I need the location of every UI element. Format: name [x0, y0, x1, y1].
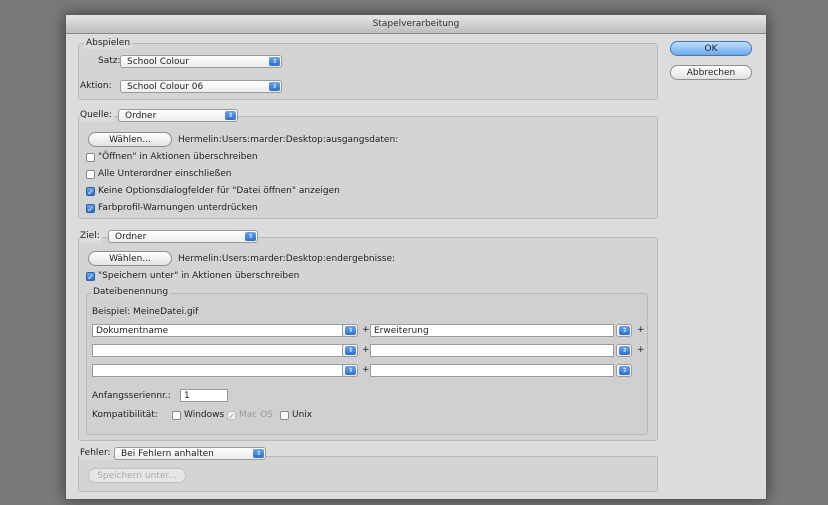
quelle-select[interactable]: Ordner ⇕ — [118, 109, 238, 122]
naming-popup-right-1[interactable]: ⇕ — [616, 324, 632, 337]
plus-sign: + — [362, 345, 370, 355]
quelle-path: Hermelin:Users:marder:Desktop:ausgangsda… — [178, 135, 399, 145]
naming-field-right-3[interactable] — [370, 364, 614, 377]
ziel-value: Ordner — [115, 232, 147, 242]
naming-popup-right-3[interactable]: ⇕ — [616, 364, 632, 377]
quelle-value: Ordner — [125, 111, 157, 121]
checkbox-suppress-color-warnings[interactable]: ✓ — [86, 204, 95, 214]
ziel-select[interactable]: Ordner ⇕ — [108, 230, 258, 243]
naming-field-left-2[interactable] — [92, 344, 356, 357]
checkbox-windows[interactable] — [172, 411, 181, 420]
ziel-choose-button[interactable]: Wählen... — [88, 251, 172, 266]
popup-arrow-icon: ⇕ — [345, 326, 356, 335]
include-subfolders-label: Alle Unterordner einschließen — [98, 169, 232, 179]
popup-arrow-icon: ⇕ — [269, 57, 280, 66]
checkbox-suppress-open-dialogs[interactable]: ✓ — [86, 187, 95, 197]
serial-input[interactable]: 1 — [180, 389, 228, 402]
plus-sign: + — [362, 325, 370, 335]
naming-field-left-3[interactable] — [92, 364, 356, 377]
ziel-label: Ziel: — [80, 229, 102, 243]
unix-label: Unix — [292, 410, 313, 420]
popup-arrow-icon: ⇕ — [619, 366, 630, 375]
naming-field-right-1-value: Erweiterung — [374, 326, 429, 336]
naming-field-left-1-value: Dokumentname — [96, 326, 169, 336]
check-icon: ✓ — [87, 188, 94, 197]
satz-label: Satz: — [98, 56, 121, 66]
abspielen-legend: Abspielen — [84, 38, 133, 49]
popup-arrow-icon: ⇕ — [225, 111, 236, 120]
suppress-open-dialogs-label: Keine Optionsdialogfelder für "Datei öff… — [98, 186, 340, 196]
popup-arrow-icon: ⇕ — [619, 326, 630, 335]
ok-button[interactable]: OK — [670, 41, 752, 56]
checkbox-macos: ✓ — [227, 411, 236, 421]
popup-arrow-icon: ⇕ — [345, 366, 356, 375]
checkbox-unix[interactable] — [280, 411, 289, 420]
popup-arrow-icon: ⇕ — [253, 449, 264, 458]
aktion-value: School Colour 06 — [127, 82, 204, 92]
naming-popup-left-1[interactable]: ⇕ — [342, 324, 358, 337]
fehler-label: Fehler: — [80, 446, 113, 460]
checkbox-override-save-as[interactable]: ✓ — [86, 272, 95, 282]
save-as-button[interactable]: Speichern unter... — [88, 468, 186, 483]
popup-arrow-icon: ⇕ — [345, 346, 356, 355]
serial-value: 1 — [184, 391, 190, 401]
quelle-choose-button[interactable]: Wählen... — [88, 132, 172, 147]
fehler-select[interactable]: Bei Fehlern anhalten ⇕ — [114, 447, 266, 460]
compat-label: Kompatibilität: — [92, 410, 158, 420]
naming-field-right-1[interactable]: Erweiterung — [370, 324, 614, 337]
naming-popup-right-2[interactable]: ⇕ — [616, 344, 632, 357]
override-save-as-label: "Speichern unter" in Aktionen überschrei… — [98, 271, 300, 281]
batch-dialog: Stapelverarbeitung OK Abbrechen Abspiele… — [65, 14, 767, 500]
windows-label: Windows — [184, 410, 225, 420]
popup-arrow-icon: ⇕ — [269, 82, 280, 91]
naming-example: Beispiel: MeineDatei.gif — [92, 307, 199, 317]
checkbox-include-subfolders[interactable] — [86, 170, 95, 179]
naming-field-left-1[interactable]: Dokumentname — [92, 324, 356, 337]
naming-legend: Dateibenennung — [91, 287, 171, 298]
aktion-label: Aktion: — [80, 81, 112, 91]
plus-sign: + — [362, 365, 370, 375]
quelle-label: Quelle: — [80, 108, 114, 122]
plus-sign: + — [637, 345, 645, 355]
suppress-color-warnings-label: Farbprofil-Warnungen unterdrücken — [98, 203, 258, 213]
check-icon: ✓ — [87, 273, 94, 282]
window-title: Stapelverarbeitung — [66, 15, 766, 34]
popup-arrow-icon: ⇕ — [245, 232, 256, 241]
naming-popup-left-3[interactable]: ⇕ — [342, 364, 358, 377]
macos-label: Mac OS — [239, 410, 273, 420]
ziel-path: Hermelin:Users:marder:Desktop:endergebni… — [178, 254, 396, 264]
check-icon: ✓ — [87, 205, 94, 214]
serial-label: Anfangsseriennr.: — [92, 391, 171, 401]
checkbox-override-open[interactable] — [86, 153, 95, 162]
plus-sign: + — [637, 325, 645, 335]
fehler-value: Bei Fehlern anhalten — [121, 449, 214, 459]
aktion-select[interactable]: School Colour 06 ⇕ — [120, 80, 282, 93]
satz-value: School Colour — [127, 57, 189, 67]
cancel-button[interactable]: Abbrechen — [670, 65, 752, 80]
naming-popup-left-2[interactable]: ⇕ — [342, 344, 358, 357]
check-icon: ✓ — [228, 412, 235, 421]
naming-field-right-2[interactable] — [370, 344, 614, 357]
override-open-label: "Öffnen" in Aktionen überschreiben — [98, 152, 258, 162]
popup-arrow-icon: ⇕ — [619, 346, 630, 355]
satz-select[interactable]: School Colour ⇕ — [120, 55, 282, 68]
